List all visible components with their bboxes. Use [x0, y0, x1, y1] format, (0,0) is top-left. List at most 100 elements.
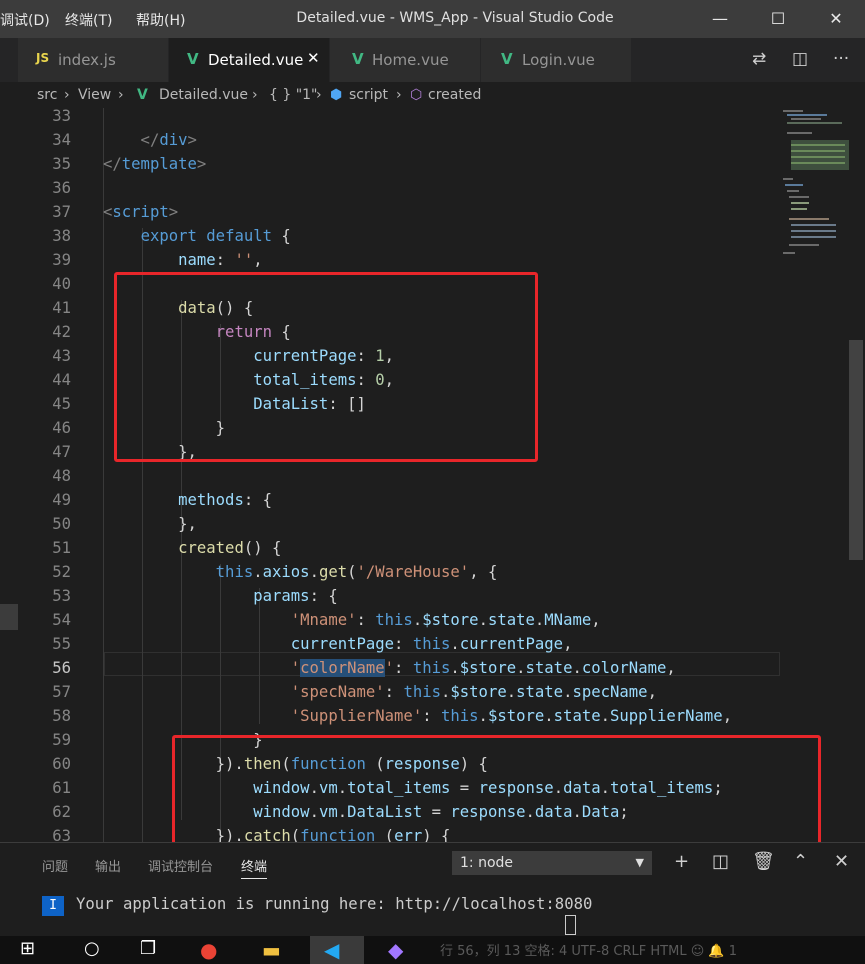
code-token: ( — [347, 563, 357, 581]
code-text: </template> — [103, 152, 206, 176]
tab-login-vue[interactable]: V Login.vue — [481, 38, 632, 82]
tab-home-vue[interactable]: V Home.vue — [330, 38, 481, 82]
close-panel-icon[interactable]: ✕ — [834, 851, 849, 872]
code-token: axios — [262, 563, 310, 581]
line-number: 53 — [52, 587, 71, 605]
breadcrumb-block[interactable]: { } "1" — [269, 87, 318, 103]
code-token: . — [441, 683, 451, 701]
panel-tab-debug-console[interactable]: 调试控制台 — [148, 856, 213, 875]
breadcrumb-file[interactable]: Detailed.vue — [159, 87, 248, 103]
code-editor[interactable]: 33 34 </div> 35 </template> 36 37 <script> 38 e… — [18, 108, 865, 842]
terminal-output: I Your application is running here: http:… — [42, 895, 592, 916]
maximize-button[interactable]: ☐ — [758, 6, 798, 32]
line-number: 38 — [52, 227, 71, 245]
code-line[interactable]: 52 this.axios.get('/WareHouse', { — [18, 560, 778, 584]
code-token: 'SupplierName' — [290, 707, 423, 725]
code-token: MName — [544, 611, 592, 629]
code-token: . — [506, 683, 517, 701]
breadcrumb-view[interactable]: View — [78, 87, 111, 103]
line-number: 58 — [52, 707, 71, 725]
line-number: 37 — [52, 203, 71, 221]
panel-tab-problems[interactable]: 问题 — [42, 856, 68, 875]
code-token: this — [412, 659, 451, 677]
split-editor-icon[interactable]: ◫ — [792, 49, 808, 69]
code-token: , — [647, 683, 657, 701]
panel-tab-terminal[interactable]: 终端 — [241, 856, 268, 879]
close-tab-icon[interactable]: ✕ — [307, 49, 320, 67]
code-token: : — [384, 683, 404, 701]
chevron-up-icon[interactable]: ⌃ — [793, 851, 808, 872]
visual-studio-icon[interactable]: ◆ — [388, 938, 403, 962]
code-token: export — [140, 227, 197, 245]
code-token: . — [478, 707, 488, 725]
code-token: : — [215, 251, 235, 269]
windows-start-icon[interactable]: ⊞ — [20, 938, 35, 959]
line-number: 47 — [52, 443, 71, 461]
editor-tab-bar: JS index.js V Detailed.vue ✕ V Home.vue … — [0, 38, 865, 82]
code-token: state — [516, 683, 564, 701]
code-line[interactable]: 36 — [18, 176, 778, 200]
panel-tab-output[interactable]: 输出 — [95, 856, 121, 875]
cube-icon: ⬢ — [330, 87, 343, 103]
more-actions-icon[interactable]: ··· — [833, 49, 849, 69]
minimize-button[interactable]: — — [700, 6, 740, 32]
vue-file-icon: V — [187, 50, 199, 68]
menu-debug[interactable]: 调试(D) — [0, 10, 50, 30]
split-terminal-icon[interactable]: ◫ — [712, 851, 729, 872]
minimap[interactable] — [777, 108, 849, 842]
code-line[interactable]: 51 created() { — [18, 536, 778, 560]
code-token: this — [403, 683, 441, 701]
line-number: 36 — [52, 179, 71, 197]
code-line[interactable]: 54 'Mname': this.$store.state.MName, — [18, 608, 778, 632]
code-line[interactable]: 55 currentPage: this.currentPage, — [18, 632, 778, 656]
code-line[interactable]: 35 </template> — [18, 152, 778, 176]
code-line[interactable]: 34 </div> — [18, 128, 778, 152]
tab-detailed-vue[interactable]: V Detailed.vue ✕ — [169, 38, 330, 82]
breadcrumb-src[interactable]: src — [37, 87, 57, 103]
tab-index-js[interactable]: JS index.js — [18, 38, 169, 82]
breadcrumb-created[interactable]: created — [428, 87, 481, 103]
code-token: default — [206, 227, 273, 245]
code-token: state — [553, 707, 601, 725]
code-line[interactable]: 50 }, — [18, 512, 778, 536]
menu-terminal[interactable]: 终端(T) — [65, 10, 112, 30]
compare-changes-icon[interactable]: ⇄ — [752, 49, 766, 69]
folder-icon[interactable]: ▬ — [262, 938, 281, 962]
code-line[interactable]: 56 'colorName': this.$store.state.colorN… — [18, 656, 778, 680]
code-line[interactable]: 53 params: { — [18, 584, 778, 608]
terminal-select[interactable]: 1: node ▼ — [452, 851, 652, 875]
terminal-line: Your application is running here: http:/… — [76, 895, 593, 913]
code-token: : — [422, 707, 441, 725]
code-token: currentPage — [290, 635, 395, 653]
code-line[interactable]: 57 'specName': this.$store.state.specNam… — [18, 680, 778, 704]
line-number: 63 — [52, 827, 71, 842]
code-token: . — [412, 611, 423, 629]
code-token: colorName — [581, 659, 667, 677]
code-line[interactable]: 37 <script> — [18, 200, 778, 224]
menu-help[interactable]: 帮助(H) — [136, 10, 185, 30]
vscode-icon[interactable]: ◀ — [324, 938, 339, 962]
terminal-cursor — [565, 915, 576, 935]
chrome-icon[interactable]: ● — [200, 938, 217, 962]
code-line[interactable]: 48 — [18, 464, 778, 488]
code-line[interactable]: 33 — [18, 108, 778, 128]
line-number: 39 — [52, 251, 71, 269]
code-token: '/WareHouse' — [356, 563, 470, 581]
code-line[interactable]: 49 methods: { — [18, 488, 778, 512]
trash-icon[interactable]: 🗑 — [752, 851, 775, 872]
title-bar: 调试(D) 终端(T) 帮助(H) Detailed.vue - WMS_App… — [0, 0, 865, 38]
code-line[interactable]: 39 name: '', — [18, 248, 778, 272]
vue-file-icon: V — [352, 50, 364, 68]
code-line[interactable]: 58 'SupplierName': this.$store.state.Sup… — [18, 704, 778, 728]
line-number: 55 — [52, 635, 71, 653]
breadcrumb: src › View › V Detailed.vue › { } "1" › … — [0, 82, 865, 108]
code-token: . — [572, 659, 582, 677]
breadcrumb-script[interactable]: script — [349, 87, 388, 103]
task-view-icon[interactable]: ❐ — [140, 938, 156, 959]
scrollbar-thumb[interactable] — [849, 340, 863, 560]
search-icon[interactable]: ○ — [84, 938, 100, 959]
close-window-button[interactable]: ✕ — [816, 6, 856, 32]
new-terminal-icon[interactable]: + — [674, 851, 689, 872]
code-line[interactable]: 38 export default { — [18, 224, 778, 248]
